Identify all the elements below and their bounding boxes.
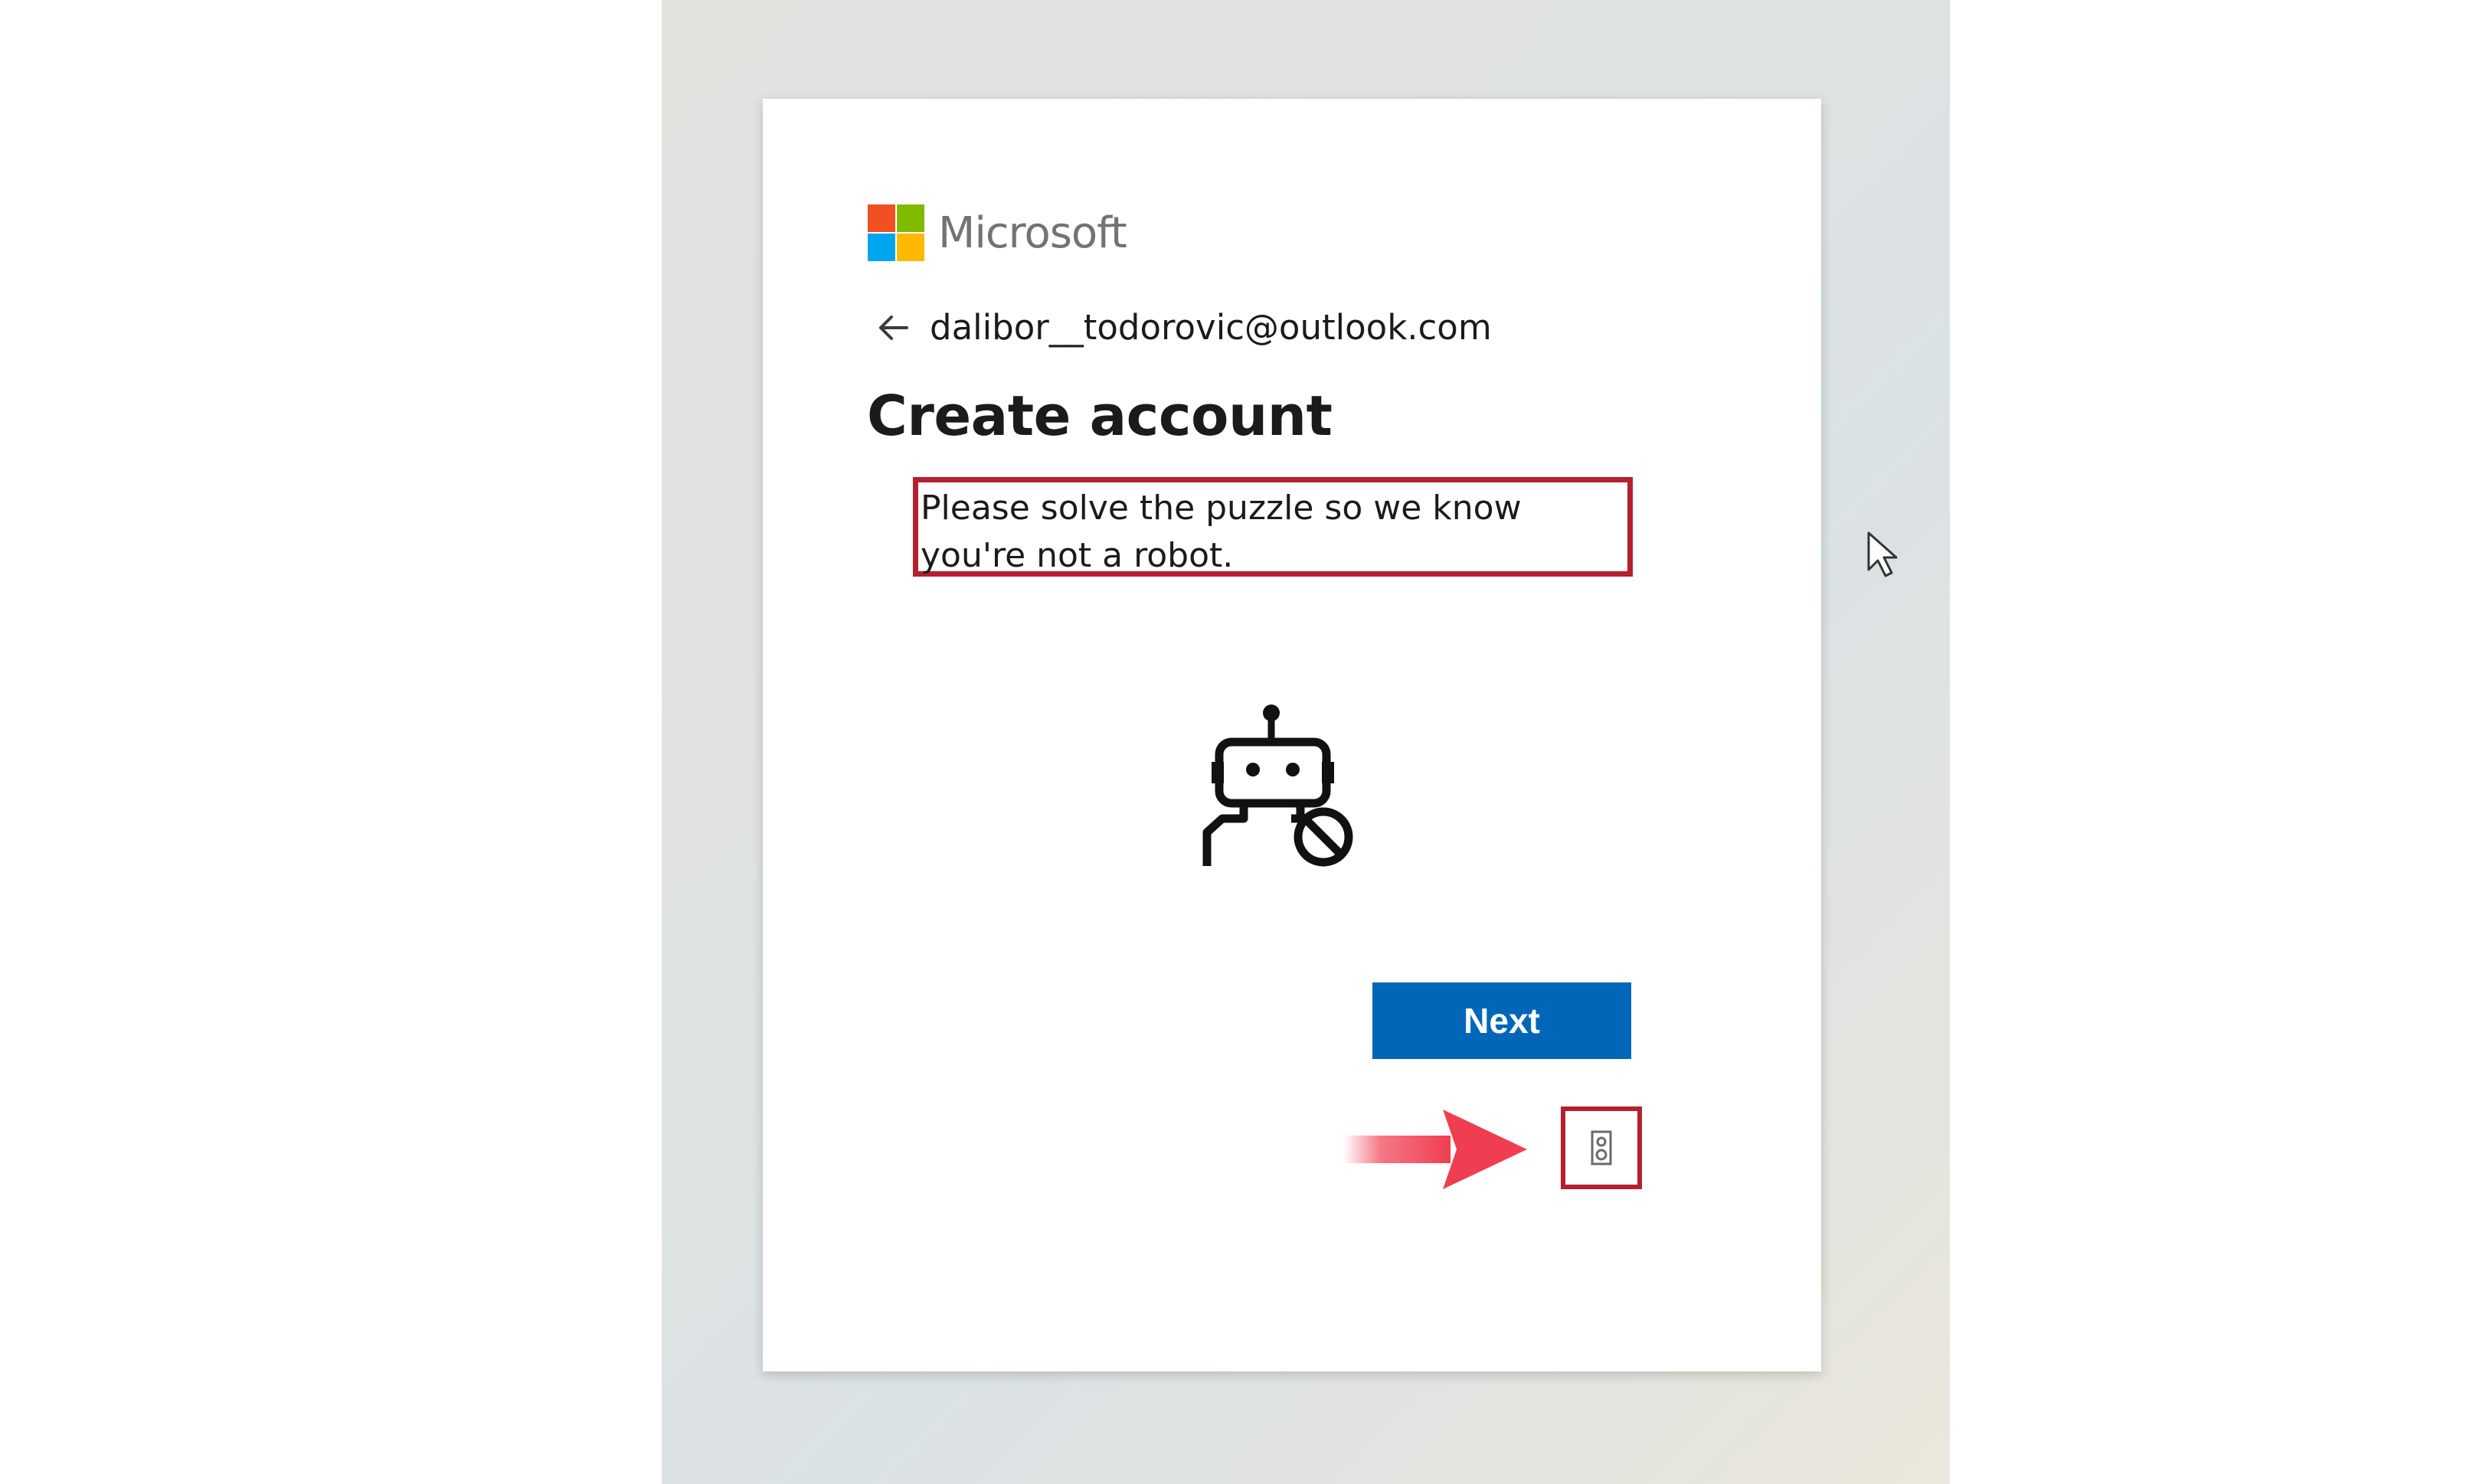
back-arrow-icon[interactable] (876, 312, 910, 343)
microsoft-logo-icon (868, 204, 924, 261)
microsoft-logo: Microsoft (868, 204, 1127, 261)
screen: Microsoft dalibor__todorovic@outlook.com… (0, 0, 2489, 1484)
puzzle-prompt: Please solve the puzzle so we know you'r… (921, 489, 1522, 575)
page-title: Create account (867, 384, 1333, 448)
speaker-icon (1591, 1130, 1612, 1165)
arrow-pointer-icon (1343, 1110, 1527, 1189)
robot-blocked-icon (1202, 704, 1353, 867)
identity-banner: dalibor__todorovic@outlook.com (876, 307, 1492, 348)
audio-challenge-button[interactable] (1561, 1106, 1642, 1189)
mouse-cursor-icon (1867, 531, 1898, 577)
next-button[interactable]: Next (1372, 982, 1631, 1059)
sign-in-card: Microsoft dalibor__todorovic@outlook.com… (763, 99, 1821, 1371)
account-email: dalibor__todorovic@outlook.com (930, 307, 1492, 348)
logo-text: Microsoft (938, 208, 1127, 258)
